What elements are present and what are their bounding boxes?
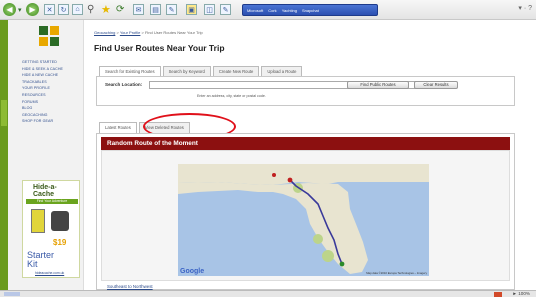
random-route-panel: Random Route of the Moment Google Map da… <box>96 133 515 290</box>
page-title: Find User Routes Near Your Trip <box>94 43 225 53</box>
sidebar: Getting Started Hide & Seek a Cache Hide… <box>8 20 84 290</box>
nav-item[interactable]: Forums <box>22 100 82 107</box>
route-tabs: Search for Existing Routes Search by Key… <box>99 66 303 76</box>
tab-latest-routes[interactable]: Latest Routes <box>99 122 137 133</box>
map-frame: Google Map data ©2010 Europa Technologie… <box>101 150 510 281</box>
toolbar-options-icon[interactable]: ▾ · ? <box>518 4 532 12</box>
advertisement-banner[interactable]: Hide-a- Cache Find Your Adventure $19 St… <box>22 180 80 278</box>
ad-title-line: Cache <box>33 191 55 198</box>
status-done-icon <box>4 292 20 296</box>
ad-kit-line: Kit <box>27 259 38 269</box>
nav-item[interactable]: Shop for Gear <box>22 119 82 126</box>
folder-icon[interactable]: ▣ <box>186 4 197 15</box>
toolbar-link[interactable]: Snapchat <box>302 8 319 13</box>
status-bar: ► 100% <box>0 290 536 297</box>
route-link[interactable]: Southeast to Northwest <box>107 284 153 289</box>
clear-results-button[interactable]: Clear Results <box>414 81 458 89</box>
search-location-label: Search Location: <box>105 82 143 87</box>
stop-icon[interactable]: ✕ <box>44 4 55 15</box>
search-icon[interactable]: ⚲ <box>87 3 94 16</box>
browser-toolbar: ◀ ▾ ▶ ✕ ↻ ⌂ ⚲ ★ ⟳ ✉ ▤ ✎ ▣ ◫ ✎ Microsoft … <box>0 0 536 20</box>
compass-image <box>51 211 69 231</box>
forward-button-icon[interactable]: ▶ <box>26 3 39 16</box>
print-icon[interactable]: ▤ <box>150 4 161 15</box>
history-icon[interactable]: ⟳ <box>116 3 124 16</box>
messenger-icon[interactable]: ✎ <box>220 4 231 15</box>
ad-link[interactable]: hideacache.com.uk <box>35 271 64 275</box>
zoom-level[interactable]: ► 100% <box>512 291 530 296</box>
toolbar-link[interactable]: Cork <box>268 8 276 13</box>
map-credit: Map data ©2010 Europa Technologies – Ima… <box>366 271 427 275</box>
random-route-header: Random Route of the Moment <box>101 137 510 150</box>
route-map[interactable]: Google Map data ©2010 Europa Technologie… <box>178 164 429 276</box>
edit-icon[interactable]: ✎ <box>166 4 177 15</box>
nav-item[interactable]: Hide & Seek a Cache <box>22 67 82 74</box>
breadcrumb-link[interactable]: Your Profile <box>120 30 141 35</box>
nav-item[interactable]: Trackables <box>22 80 82 87</box>
sidebar-nav: Getting Started Hide & Seek a Cache Hide… <box>22 60 82 126</box>
tab-create-route[interactable]: Create New Route <box>212 66 260 76</box>
google-logo: Google <box>180 268 205 275</box>
home-icon[interactable]: ⌂ <box>72 4 83 15</box>
ad-subtitle: Find Your Adventure <box>26 199 78 204</box>
refresh-icon[interactable]: ↻ <box>58 4 69 15</box>
site-logo[interactable] <box>39 26 61 46</box>
nav-item[interactable]: Hide a New Cache <box>22 73 82 80</box>
tab-upload-route[interactable]: Upload a Route <box>261 66 303 76</box>
back-button-icon[interactable]: ◀ <box>3 3 16 16</box>
find-public-routes-button[interactable]: Find Public Routes <box>347 81 409 89</box>
nav-item[interactable]: Geocaching <box>22 113 82 120</box>
nav-item[interactable]: Blog <box>22 106 82 113</box>
nav-item[interactable]: Resources <box>22 93 82 100</box>
breadcrumb: Geocaching > Your Profile > Find User Ro… <box>94 30 203 35</box>
ad-title: Hide-a- Cache <box>33 184 57 198</box>
back-dropdown-icon[interactable]: ▾ <box>18 3 22 16</box>
tab-search-existing[interactable]: Search for Existing Routes <box>99 66 161 76</box>
favorites-icon[interactable]: ★ <box>101 3 111 16</box>
mail-icon[interactable]: ✉ <box>133 4 144 15</box>
ad-kit-text: Starter Kit <box>27 251 54 269</box>
breadcrumb-current: Find User Routes Near Your Trip <box>144 30 203 35</box>
florida-map-graphic <box>178 164 429 276</box>
toolbar-link[interactable]: Yachting <box>282 8 297 13</box>
links-sidebar-strip <box>0 20 8 290</box>
ad-price: $19 <box>53 238 67 247</box>
search-toolbar[interactable]: Microsoft Cork Yachting Snapchat <box>242 4 378 16</box>
nav-item[interactable]: Getting Started <box>22 60 82 67</box>
search-hint: Enter an address, city, state or postal … <box>197 94 266 98</box>
toolbar-link[interactable]: Microsoft <box>247 8 263 13</box>
gps-device-image <box>31 209 45 233</box>
ad-title-line: Hide-a- <box>33 184 57 191</box>
search-panel: Search Location: Find Public Routes Clea… <box>96 76 515 106</box>
security-zone-icon <box>494 292 502 297</box>
discuss-icon[interactable]: ◫ <box>204 4 215 15</box>
nav-item[interactable]: Your Profile <box>22 86 82 93</box>
breadcrumb-link[interactable]: Geocaching <box>94 30 115 35</box>
tab-search-keyword[interactable]: Search by Keyword <box>162 66 211 76</box>
